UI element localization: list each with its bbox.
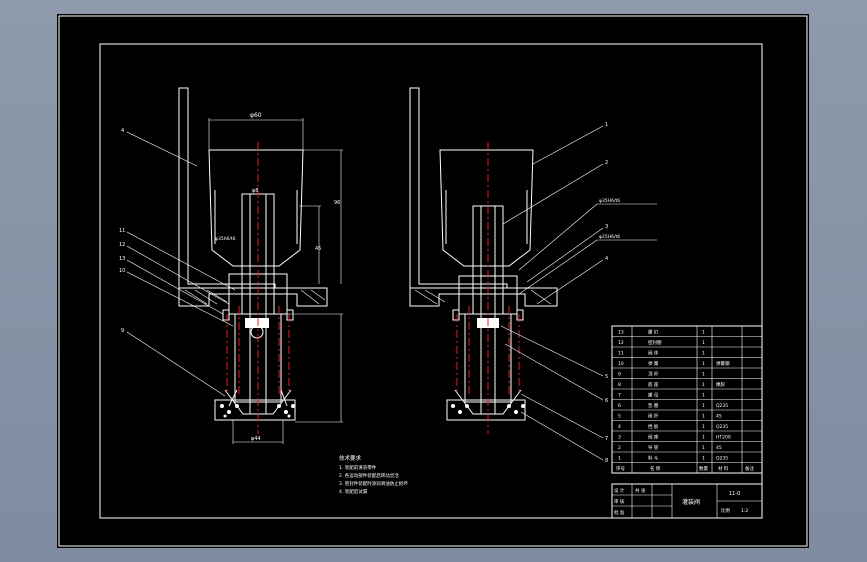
title-block: 设 计 审 核 批 准 灌装阀 11-0 比例 1:2 共 张 — [611, 483, 763, 519]
parts-cell-name: 螺 钉 — [648, 329, 659, 336]
parts-cell-material: Q235 — [716, 424, 728, 430]
parts-cell-qty: 1 — [702, 403, 705, 409]
inner-border — [99, 43, 763, 519]
dim-right-upper-text: 96 — [334, 200, 340, 206]
parts-cell-no: 12 — [618, 340, 624, 346]
parts-cell-material: 45 — [716, 445, 722, 451]
parts-cell-qty: 1 — [702, 414, 705, 420]
sheet-label: 共 张 — [635, 487, 646, 494]
left-callout: 10 — [119, 268, 125, 274]
parts-cell-no: 10 — [618, 361, 624, 367]
parts-cell-no: 8 — [618, 382, 621, 388]
parts-cell-name: 阀 杆 — [648, 413, 659, 420]
notes-line: 4. 装配后试漏 — [339, 488, 368, 495]
parts-header-no: 序号 — [616, 465, 625, 472]
parts-cell-no: 7 — [618, 393, 621, 399]
parts-cell-qty: 1 — [702, 330, 705, 336]
drawing-name: 灌装阀 — [682, 498, 700, 506]
parts-list: 13 螺 钉 112 密封圈 111 阀 体 110 弹 簧 1 弹簧钢9 顶 杆 18 底 座 1 橡胶7… — [611, 325, 763, 474]
parts-cell-qty: 1 — [702, 351, 705, 357]
parts-header-name: 名 称 — [650, 465, 661, 472]
parts-cell-name: 密封圈 — [648, 339, 662, 346]
left-view: φ60 96 45 φ8 φ35h6/t6 φ44 4 11 12 13 10 … — [119, 87, 343, 444]
dim-center-text: φ8 — [252, 188, 258, 194]
part-no: 11-0 — [729, 491, 740, 497]
right-callout: 5 — [605, 374, 608, 380]
parts-cell-material: HT200 — [716, 435, 731, 441]
right-callout: 2 — [605, 160, 608, 166]
parts-cell-name: 弹 簧 — [648, 360, 659, 367]
parts-cell-name: 螺 母 — [648, 392, 659, 399]
left-callout: 4 — [121, 128, 124, 134]
right-callout: 3 — [605, 224, 608, 230]
fit-label-1: φ35H6/t6 — [599, 198, 620, 204]
left-callout: 11 — [119, 228, 125, 234]
parts-cell-qty: 1 — [702, 361, 705, 367]
parts-cell-name: 挡 板 — [648, 423, 659, 430]
parts-header-material: 材 料 — [718, 465, 729, 472]
parts-cell-material: 45 — [716, 414, 722, 420]
left-callout: 12 — [119, 242, 125, 248]
parts-header-qty: 数量 — [699, 465, 708, 472]
designer-label: 设 计 — [614, 487, 625, 494]
parts-header-remark: 备注 — [745, 465, 754, 472]
right-callout: 7 — [605, 436, 608, 442]
parts-cell-name: 阀 体 — [648, 350, 659, 357]
parts-cell-qty: 1 — [702, 456, 705, 462]
parts-cell-material: 弹簧钢 — [716, 360, 730, 367]
parts-cell-material: Q235 — [716, 403, 728, 409]
parts-cell-material: Q235 — [716, 456, 728, 462]
dim-bottom-text: φ44 — [251, 436, 261, 442]
scale-label: 比例 — [721, 507, 730, 514]
parts-cell-qty: 1 — [702, 445, 705, 451]
parts-cell-no: 5 — [618, 414, 621, 420]
parts-cell-no: 11 — [618, 351, 624, 357]
dim-inner-text: φ35h6/t6 — [215, 236, 236, 242]
parts-cell-qty: 1 — [702, 424, 705, 430]
notes-line: 2. 各运动部件装配后转动灵活 — [339, 472, 399, 479]
parts-cell-name: 阀 座 — [648, 434, 659, 441]
parts-cell-name: 顶 杆 — [648, 371, 659, 378]
notes-line: 1. 装配前清洗零件 — [339, 464, 377, 471]
outer-frame — [58, 15, 808, 547]
parts-cell-no: 2 — [618, 445, 621, 451]
parts-cell-qty: 1 — [702, 435, 705, 441]
cad-viewport: φ60 96 45 φ8 φ35h6/t6 φ44 4 11 12 13 10 … — [0, 0, 867, 562]
parts-cell-name: 料 斗 — [648, 455, 659, 462]
parts-cell-qty: 1 — [702, 382, 705, 388]
right-callout: 6 — [605, 398, 608, 404]
parts-cell-qty: 1 — [702, 372, 705, 378]
right-callout: 1 — [605, 122, 608, 128]
parts-cell-name: 底 座 — [648, 381, 659, 388]
left-callout: 13 — [119, 256, 125, 262]
drawing-sheet: φ60 96 45 φ8 φ35h6/t6 φ44 4 11 12 13 10 … — [57, 14, 809, 548]
parts-cell-no: 6 — [618, 403, 621, 409]
parts-cell-no: 9 — [618, 372, 621, 378]
parts-cell-no: 4 — [618, 424, 621, 430]
parts-cell-material: 橡胶 — [716, 381, 725, 388]
parts-cell-qty: 1 — [702, 393, 705, 399]
right-callout: 8 — [605, 458, 608, 464]
approver-label: 批 准 — [614, 509, 625, 516]
drawing-canvas: φ60 96 45 φ8 φ35h6/t6 φ44 4 11 12 13 10 … — [58, 15, 808, 547]
dim-top-text: φ60 — [250, 112, 262, 119]
parts-cell-no: 13 — [618, 330, 624, 336]
parts-cell-no: 3 — [618, 435, 621, 441]
parts-cell-qty: 1 — [702, 340, 705, 346]
right-callout: 4 — [605, 256, 608, 262]
fit-label-2: φ25H6/t6 — [599, 234, 620, 240]
checker-label: 审 核 — [614, 498, 625, 505]
scale-value: 1:2 — [741, 508, 748, 514]
notes-title: 技术要求 — [339, 454, 362, 462]
parts-cell-no: 1 — [618, 456, 621, 462]
left-callout: 9 — [121, 328, 124, 334]
parts-cell-name: 垫 圈 — [648, 402, 659, 409]
parts-cell-name: 导 管 — [648, 444, 659, 451]
dim-right-lower-text: 45 — [315, 246, 321, 252]
notes-line: 3. 密封件装配时涂润滑油防止损坏 — [339, 480, 408, 487]
technical-notes: 技术要求 1. 装配前清洗零件 2. 各运动部件装配后转动灵活 3. 密封件装配… — [339, 454, 408, 495]
